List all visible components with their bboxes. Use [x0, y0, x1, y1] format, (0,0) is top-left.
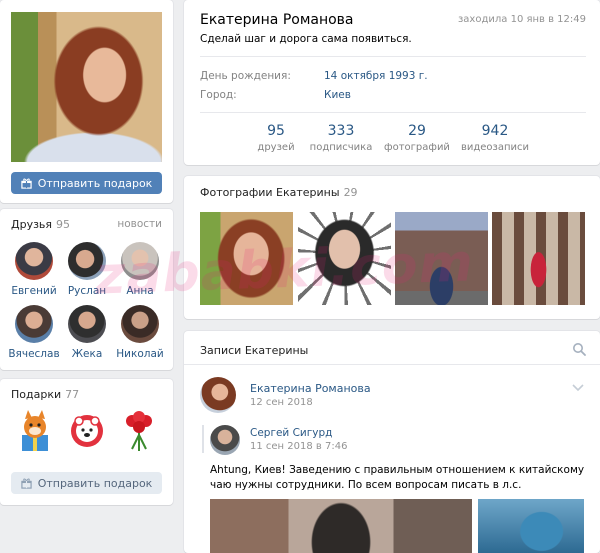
friends-title: Друзья: [11, 218, 53, 231]
post-image[interactable]: [210, 499, 472, 553]
friend-name: Николай: [116, 348, 164, 360]
post-author[interactable]: Екатерина Романова: [250, 382, 371, 395]
send-gift-secondary-label: Отправить подарок: [37, 476, 153, 490]
divider: [184, 364, 600, 365]
last-seen: заходила 10 янв в 12:49: [457, 14, 586, 25]
photo-thumbnail[interactable]: [395, 212, 488, 305]
repost-author[interactable]: Сергей Сигурд: [250, 427, 332, 439]
avatar-card: Отправить подарок: [0, 0, 173, 203]
chevron-down-icon[interactable]: [572, 383, 584, 393]
friend-avatar: [15, 242, 53, 280]
post-text: Ahtung, Киев! Заведению с правильным отн…: [210, 464, 585, 491]
friends-header[interactable]: Друзья 95: [11, 218, 70, 231]
photos-header[interactable]: Фотографии Екатерины 29: [200, 186, 358, 199]
friend-avatar: [121, 305, 159, 343]
friend-name: Жека: [71, 348, 103, 360]
photos-block: Фотографии Екатерины 29: [184, 176, 600, 319]
gifts-count: 77: [65, 388, 80, 401]
photos-count: 29: [343, 186, 358, 199]
photos-title: Фотографии Екатерины: [200, 186, 340, 199]
flowers-icon[interactable]: [120, 409, 158, 453]
counter-photos[interactable]: 29 фотографий: [377, 123, 457, 153]
friend-name: Анна: [126, 285, 154, 297]
friend-name: Руслан: [67, 285, 107, 297]
counter-videos[interactable]: 942 видеозаписи: [455, 123, 535, 153]
friend-item[interactable]: Вячеслав: [6, 305, 62, 360]
info-label-city: Город:: [200, 89, 237, 101]
polar-bear-toy-icon[interactable]: [68, 409, 106, 453]
friend-item[interactable]: Николай: [112, 305, 168, 360]
repost-author-avatar[interactable]: [210, 425, 240, 455]
gifts-title: Подарки: [11, 388, 62, 401]
fox-toy-icon[interactable]: [16, 409, 54, 453]
friend-avatar: [15, 305, 53, 343]
profile-status[interactable]: Сделай шаг и дорога сама появиться.: [200, 33, 412, 45]
gifts-header[interactable]: Подарки 77: [11, 388, 79, 401]
counter-followers[interactable]: 333 подписчика: [301, 123, 381, 153]
friend-name: Евгений: [11, 285, 57, 297]
info-value-birthday[interactable]: 14 октября 1993 г.: [324, 70, 428, 82]
friend-item[interactable]: Руслан: [59, 242, 115, 297]
posts-title: Записи Екатерины: [200, 344, 309, 357]
search-icon[interactable]: [572, 342, 586, 356]
counter-label: подписчика: [309, 142, 373, 153]
gift-icon: [21, 178, 32, 189]
divider: [200, 112, 586, 113]
gift-icon: [21, 478, 32, 489]
friend-avatar: [68, 242, 106, 280]
friend-item[interactable]: Евгений: [6, 242, 62, 297]
friend-name: Вячеслав: [8, 348, 60, 360]
friend-item[interactable]: Жека: [59, 305, 115, 360]
info-label-birthday: День рождения:: [200, 70, 291, 82]
photo-thumbnail[interactable]: [200, 212, 293, 305]
profile-photo[interactable]: [11, 12, 162, 162]
photo-thumbnail[interactable]: [492, 212, 585, 305]
post-image[interactable]: [478, 499, 584, 553]
profile-info-card: Екатерина Романова заходила 10 янв в 12:…: [184, 0, 600, 165]
send-gift-secondary-button[interactable]: Отправить подарок: [11, 472, 162, 494]
friends-news-link[interactable]: новости: [117, 218, 162, 230]
counter-number: 942: [481, 123, 509, 139]
send-gift-label: Отправить подарок: [37, 176, 153, 190]
gifts-block: Подарки 77 Отправить подарок: [0, 379, 173, 505]
profile-name: Екатерина Романова: [200, 12, 354, 28]
repost-date[interactable]: 11 сен 2018 в 7:46: [250, 441, 347, 452]
counter-number: 333: [327, 123, 355, 139]
divider: [200, 56, 586, 57]
counter-label: фотографий: [384, 142, 450, 153]
friend-item[interactable]: Анна: [112, 242, 168, 297]
friend-avatar: [121, 242, 159, 280]
post-author-avatar[interactable]: [200, 377, 236, 413]
photo-thumbnail[interactable]: [298, 212, 391, 305]
counter-label: видеозаписи: [460, 142, 530, 153]
friends-block: Друзья 95 новости Евгений Руслан Анна Вяч…: [0, 209, 173, 370]
repost-bar: [202, 425, 204, 453]
send-gift-button[interactable]: Отправить подарок: [11, 172, 162, 194]
counter-number: 29: [408, 123, 426, 139]
wall-posts-block: Записи Екатерины Екатерина Романова 12 с…: [184, 331, 600, 553]
friend-avatar: [68, 305, 106, 343]
info-value-city[interactable]: Киев: [324, 89, 351, 101]
friends-count: 95: [56, 218, 71, 231]
post-date[interactable]: 12 сен 2018: [250, 397, 313, 408]
